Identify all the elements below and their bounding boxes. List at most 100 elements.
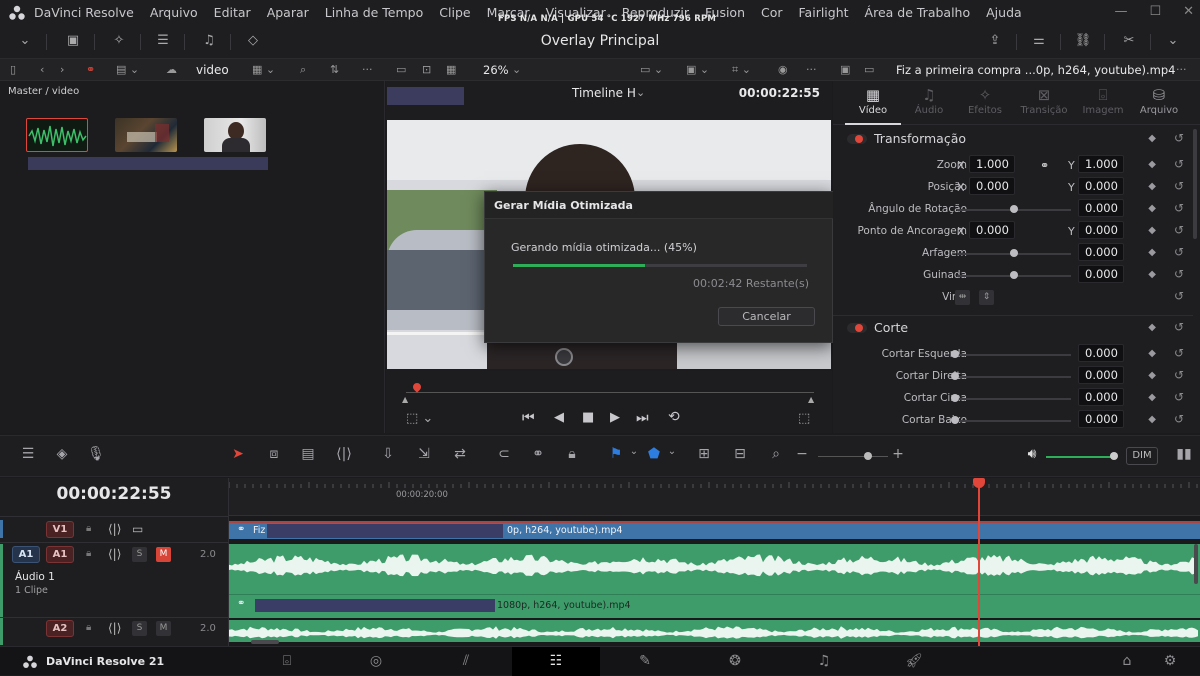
timeline-view-options-icon[interactable]: ☰ bbox=[16, 446, 40, 462]
cancel-button[interactable]: Cancelar bbox=[718, 307, 815, 326]
reset-icon[interactable]: ↺ bbox=[1174, 179, 1184, 193]
meter-icon[interactable]: ▮▮ bbox=[1172, 446, 1196, 462]
menu-arquivo[interactable]: Arquivo bbox=[142, 5, 206, 20]
auto-select-icon[interactable]: ⟨|⟩ bbox=[108, 522, 121, 536]
play-reverse-icon[interactable]: ◀ bbox=[554, 410, 564, 425]
position-y-field[interactable]: 0.000 bbox=[1078, 177, 1124, 195]
sound-library-icon[interactable]: ♫ bbox=[198, 31, 220, 51]
overlay-icon[interactable]: ⌗ ⌄ bbox=[732, 62, 751, 78]
keyframe-diamond-icon[interactable]: ◆ bbox=[1148, 225, 1156, 236]
tab-file[interactable]: ⛁ Arquivo bbox=[1131, 85, 1187, 116]
stop-icon[interactable]: ■ bbox=[582, 410, 594, 425]
reset-icon[interactable]: ↺ bbox=[1174, 267, 1184, 281]
crop-left-field[interactable]: 0.000 bbox=[1078, 344, 1124, 362]
out-point-icon[interactable]: ▲ bbox=[808, 395, 814, 404]
track-a1-target[interactable]: A1 bbox=[46, 546, 74, 563]
color-page-icon[interactable]: ❂ bbox=[720, 653, 750, 669]
speaker-icon[interactable]: 🔊︎ bbox=[1020, 446, 1044, 462]
audio-clip-a1[interactable]: ⚭ 1080p, h264, youtube).mp4 bbox=[229, 544, 1200, 618]
menu-clipe[interactable]: Clipe bbox=[431, 5, 478, 20]
volume-knob[interactable] bbox=[1110, 452, 1118, 460]
inspector-icon[interactable]: ✂ bbox=[1118, 31, 1140, 51]
view-options-icon[interactable]: ▤ ⌄ bbox=[116, 62, 139, 78]
media-pool-icon[interactable]: ▣ bbox=[62, 31, 84, 51]
keyframe-diamond-icon[interactable]: ◆ bbox=[1148, 133, 1156, 144]
menu-editar[interactable]: Editar bbox=[206, 5, 259, 20]
maximize-button[interactable]: ☐ bbox=[1149, 4, 1161, 19]
timeline-page-icon[interactable]: ☷ bbox=[541, 653, 571, 669]
grid-view-icon[interactable]: ▦ ⌄ bbox=[252, 62, 275, 78]
audio-clip-a2[interactable] bbox=[229, 620, 1200, 642]
replace-clip-icon[interactable]: ⇄ bbox=[448, 446, 472, 462]
sort-icon[interactable]: ⇅ bbox=[330, 62, 339, 78]
snapping-icon[interactable]: ⊂ bbox=[492, 446, 516, 462]
media-page-icon[interactable]: ⌻ bbox=[272, 653, 302, 669]
video-clip[interactable]: ⚭ Fiz 0p, h264, youtube).mp4 bbox=[229, 521, 1200, 539]
reset-icon[interactable]: ↺ bbox=[1174, 201, 1184, 215]
cut-page-icon[interactable]: ◎ bbox=[361, 653, 391, 669]
overwrite-clip-icon[interactable]: ⇲ bbox=[412, 446, 436, 462]
pitch-slider-knob[interactable] bbox=[1010, 249, 1018, 257]
keyframe-diamond-icon[interactable]: ◆ bbox=[1148, 348, 1156, 359]
effects-icon[interactable]: ✧ bbox=[108, 31, 130, 51]
chevron-down-icon[interactable]: ⌄ bbox=[660, 446, 684, 457]
timeline-playhead[interactable] bbox=[978, 478, 980, 646]
anchor-x-field[interactable]: 0.000 bbox=[969, 221, 1015, 239]
keyframe-diamond-icon[interactable]: ◆ bbox=[1148, 247, 1156, 258]
dynamic-trim-icon[interactable]: ▤ bbox=[296, 446, 320, 462]
rotation-field[interactable]: 0.000 bbox=[1078, 199, 1124, 217]
color-wheel-icon[interactable]: ◉ bbox=[778, 62, 788, 78]
crop-enable-toggle[interactable] bbox=[847, 323, 867, 333]
mute-button[interactable]: M bbox=[156, 547, 171, 562]
loop-icon[interactable]: ⟲ bbox=[668, 409, 680, 425]
track-visibility-icon[interactable]: ▭ bbox=[132, 522, 143, 536]
more-options-icon[interactable]: ··· bbox=[806, 62, 817, 78]
reset-icon[interactable]: ↺ bbox=[1174, 390, 1184, 404]
menu-cor[interactable]: Cor bbox=[753, 5, 791, 20]
reset-icon[interactable]: ↺ bbox=[1174, 131, 1184, 145]
track-v1-label[interactable]: V1 bbox=[46, 521, 74, 538]
more-options-icon[interactable]: ··· bbox=[362, 62, 373, 78]
zoom-x-field[interactable]: 1.000 bbox=[969, 155, 1015, 173]
chevron-down-icon[interactable]: ⌄ bbox=[512, 62, 521, 78]
tab-audio[interactable]: ♫ Áudio bbox=[901, 85, 957, 116]
metadata-icon[interactable]: ⛓ bbox=[1072, 31, 1094, 51]
reset-icon[interactable]: ↺ bbox=[1174, 320, 1184, 334]
keyframe-diamond-icon[interactable]: ◆ bbox=[1148, 159, 1156, 170]
menu-aparar[interactable]: Aparar bbox=[259, 5, 317, 20]
reset-icon[interactable]: ↺ bbox=[1174, 346, 1184, 360]
timeline-ruler[interactable] bbox=[229, 478, 1200, 516]
forward-icon[interactable]: › bbox=[60, 62, 64, 78]
clip-thumbnail-audio[interactable] bbox=[26, 118, 88, 152]
back-icon[interactable]: ‹ bbox=[40, 62, 44, 78]
lock-icon[interactable]: 🔒︎ bbox=[86, 548, 91, 559]
transitions-icon[interactable]: ◇ bbox=[242, 31, 264, 51]
auto-select-icon[interactable]: ⟨|⟩ bbox=[108, 547, 121, 561]
crop-top-slider[interactable] bbox=[957, 398, 1071, 400]
safe-area-icon[interactable]: ⊡ bbox=[422, 62, 431, 78]
minimize-button[interactable]: — bbox=[1114, 4, 1127, 19]
transform-enable-toggle[interactable] bbox=[847, 134, 867, 144]
crop-tool-icon[interactable]: ⬚ ⌄ bbox=[406, 411, 433, 426]
chevron-down-icon[interactable]: ⌄ bbox=[1162, 31, 1184, 51]
timeline-icon[interactable]: ◈ bbox=[50, 446, 74, 462]
mixer-icon[interactable]: ⚌ bbox=[1028, 31, 1050, 51]
timeline-zoom-knob[interactable] bbox=[864, 452, 872, 460]
zoom-detail-icon[interactable]: ⊟ bbox=[728, 446, 752, 462]
crop-bottom-field[interactable]: 0.000 bbox=[1078, 410, 1124, 428]
zoom-out-icon[interactable]: − bbox=[790, 446, 814, 462]
reset-icon[interactable]: ↺ bbox=[1174, 368, 1184, 382]
crop-top-knob[interactable] bbox=[951, 394, 959, 402]
deliver-page-icon[interactable]: 🚀︎ bbox=[899, 653, 929, 669]
reset-icon[interactable]: ↺ bbox=[1174, 412, 1184, 426]
menu-linha-de-tempo[interactable]: Linha de Tempo bbox=[317, 5, 431, 20]
microphone-icon[interactable]: 🎙︎ bbox=[84, 446, 108, 462]
zoom-in-icon[interactable]: + bbox=[886, 446, 910, 462]
auto-select-icon[interactable]: ⟨|⟩ bbox=[108, 621, 121, 635]
linked-selection-icon[interactable]: ⚭ bbox=[526, 446, 550, 462]
reset-icon[interactable]: ↺ bbox=[1174, 245, 1184, 259]
keyframe-diamond-icon[interactable]: ◆ bbox=[1148, 414, 1156, 425]
crop-bottom-slider[interactable] bbox=[957, 420, 1071, 422]
yaw-field[interactable]: 0.000 bbox=[1078, 265, 1124, 283]
keyframe-diamond-icon[interactable]: ◆ bbox=[1148, 181, 1156, 192]
